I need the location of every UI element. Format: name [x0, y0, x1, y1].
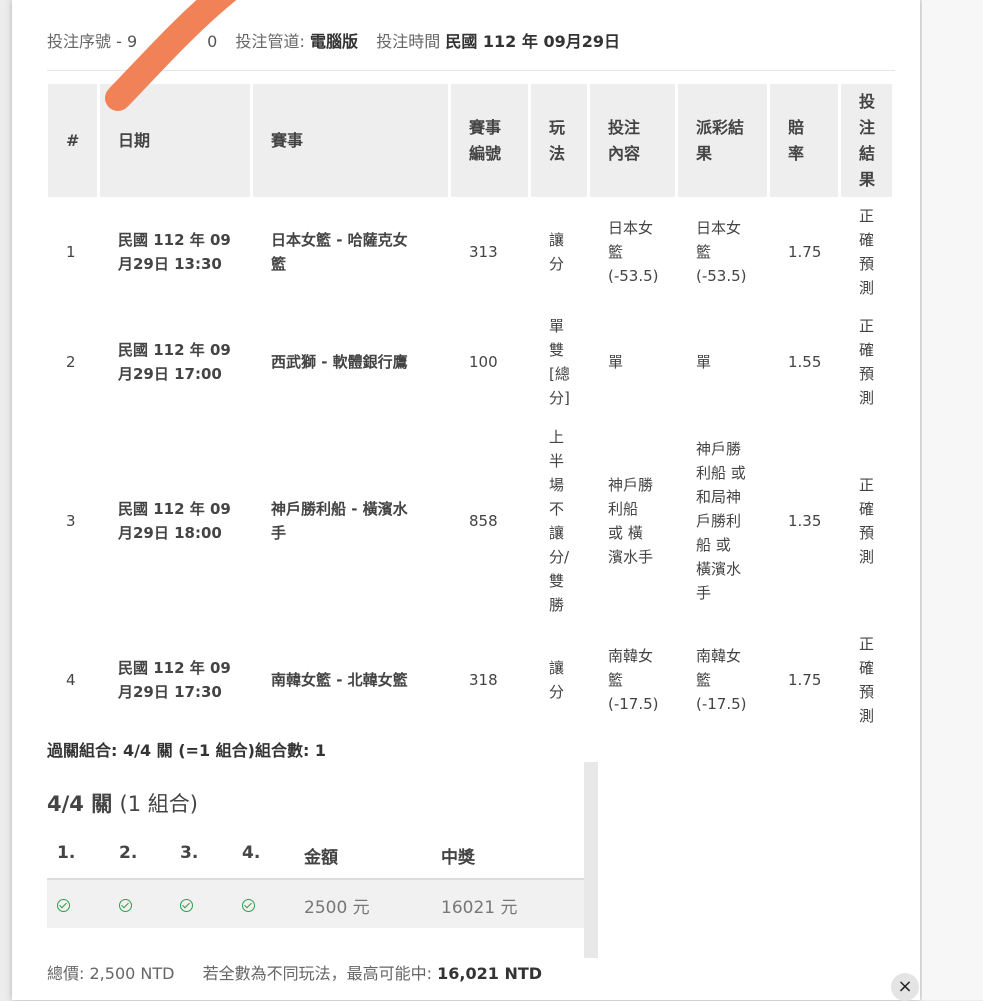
combo-col-4: 4.	[242, 843, 261, 863]
cell-num: 4	[66, 671, 76, 689]
cell-odds: 1.35	[788, 512, 822, 530]
combo-header-row: 1. 2. 3. 4. 金額 中獎	[47, 838, 584, 880]
cell-play: 讓 分	[549, 659, 565, 701]
combo-title-main: 4/4 關	[47, 792, 113, 816]
combo-scrollbar[interactable]	[584, 762, 598, 958]
combo-amount: 2500 元	[304, 898, 370, 918]
redaction-brush-mark	[105, 0, 237, 111]
header-col-event-no: 賽事 編號	[451, 84, 531, 197]
cell-payout: 神戶勝 利船 或 和局神 戶勝利 船 或 橫濱水 手	[696, 440, 746, 602]
combo-prize: 16021 元	[441, 898, 518, 918]
cell-num: 1	[66, 243, 76, 261]
combo-title: 4/4 關 (1 組合)	[47, 788, 198, 818]
bet-footer: 總價: 2,500 NTD 若全數為不同玩法，最高可能中: 16,021 NTD	[47, 960, 542, 984]
combo-title-suffix: (1 組合)	[119, 792, 198, 816]
table-row: 4 民國 112 年 09 月29日 17:30 南韓女籃 - 北韓女籃 318 讓 分…	[48, 625, 895, 735]
header-col-bet: 投注 內容	[590, 84, 678, 197]
cell-event-no: 858	[469, 512, 498, 530]
header-col-play: 玩 法	[531, 84, 590, 197]
header-col-result: 投 注 結 果	[841, 84, 895, 197]
cell-odds: 1.75	[788, 243, 822, 261]
cell-payout: 南韓女 籃 (-17.5)	[696, 647, 747, 713]
combo-col-amount: 金額	[304, 848, 338, 868]
cell-event: 日本女籃 - 哈薩克女 籃	[271, 231, 408, 273]
cell-payout: 日本女 籃 (-53.5)	[696, 219, 747, 285]
cell-event: 西武獅 - 軟體銀行鷹	[271, 353, 408, 371]
cell-result: 正 確 預 測	[859, 476, 875, 566]
combo-box: 4/4 關 (1 組合) 1. 2. 3. 4. 金額 中獎 2500 元 16…	[47, 762, 584, 958]
cell-result: 正 確 預 測	[859, 317, 875, 407]
cell-date: 民國 112 年 09 月29日 17:00	[118, 341, 231, 383]
cell-play: 讓 分	[549, 231, 565, 273]
total-label: 總價:	[47, 964, 85, 983]
cell-event-no: 100	[469, 353, 498, 371]
cell-date: 民國 112 年 09 月29日 17:30	[118, 659, 231, 701]
cell-play: 單 雙 [總 分]	[549, 317, 570, 407]
header-col-num: #	[48, 84, 100, 197]
page-background-strip	[922, 0, 983, 1000]
header-col-event: 賽事	[253, 84, 451, 197]
cell-num: 3	[66, 512, 76, 530]
combo-col-1: 1.	[57, 843, 76, 863]
cell-result: 正 確 預 測	[859, 207, 875, 297]
close-button[interactable]: ×	[891, 973, 919, 1001]
header-col-odds: 賠 率	[770, 84, 841, 197]
check-circle-icon	[180, 899, 193, 912]
time-label: 投注時間	[376, 32, 441, 51]
cell-odds: 1.55	[788, 353, 822, 371]
max-win-value: 16,021 NTD	[437, 964, 543, 983]
combo-col-2: 2.	[119, 843, 138, 863]
max-win-label: 若全數為不同玩法，最高可能中:	[202, 964, 433, 983]
cell-event-no: 318	[469, 671, 498, 689]
cell-event-no: 313	[469, 243, 498, 261]
check-circle-icon	[119, 899, 132, 912]
cell-play: 上 半 場 不 讓 分/ 雙 勝	[549, 428, 570, 614]
combo-col-3: 3.	[180, 843, 199, 863]
cell-date: 民國 112 年 09 月29日 18:00	[118, 500, 231, 542]
table-row: 3 民國 112 年 09 月29日 18:00 神戶勝利船 - 橫濱水 手 858 上…	[48, 417, 895, 625]
check-circle-icon	[57, 899, 70, 912]
parlay-summary: 過關組合: 4/4 關 (=1 組合)組合數: 1	[47, 741, 327, 760]
cell-payout: 單	[696, 353, 712, 371]
channel-value: 電腦版	[310, 32, 359, 51]
time-value: 民國 112 年 09月29日	[445, 32, 620, 51]
table-row: 2 民國 112 年 09 月29日 17:00 西武獅 - 軟體銀行鷹 100 單 雙…	[48, 307, 895, 417]
cell-date: 民國 112 年 09 月29日 13:30	[118, 231, 231, 273]
bets-table: # 日期 賽事 賽事 編號玩 法投注 內容 派彩結 果賠 率投 注 結 果 1 民國 11…	[48, 84, 895, 735]
cell-num: 2	[66, 353, 76, 371]
cell-event: 南韓女籃 - 北韓女籃	[271, 671, 408, 689]
header-col-payout: 派彩結 果	[678, 84, 770, 197]
table-row: 1 民國 112 年 09 月29日 13:30 日本女籃 - 哈薩克女 籃 313 讓…	[48, 197, 895, 307]
check-circle-icon	[242, 899, 255, 912]
cell-bet: 單	[608, 353, 624, 371]
close-icon: ×	[897, 976, 913, 997]
cell-bet: 日本女 籃 (-53.5)	[608, 219, 659, 285]
cell-bet: 南韓女 籃 (-17.5)	[608, 647, 659, 713]
cell-odds: 1.75	[788, 671, 822, 689]
cell-bet: 神戶勝 利船 或 橫 濱水手	[608, 476, 654, 566]
combo-row: 2500 元 16021 元	[47, 880, 584, 928]
cell-event: 神戶勝利船 - 橫濱水 手	[271, 500, 408, 542]
combo-col-prize: 中獎	[441, 848, 475, 868]
cell-result: 正 確 預 測	[859, 635, 875, 725]
total-value: 2,500 NTD	[89, 964, 175, 983]
